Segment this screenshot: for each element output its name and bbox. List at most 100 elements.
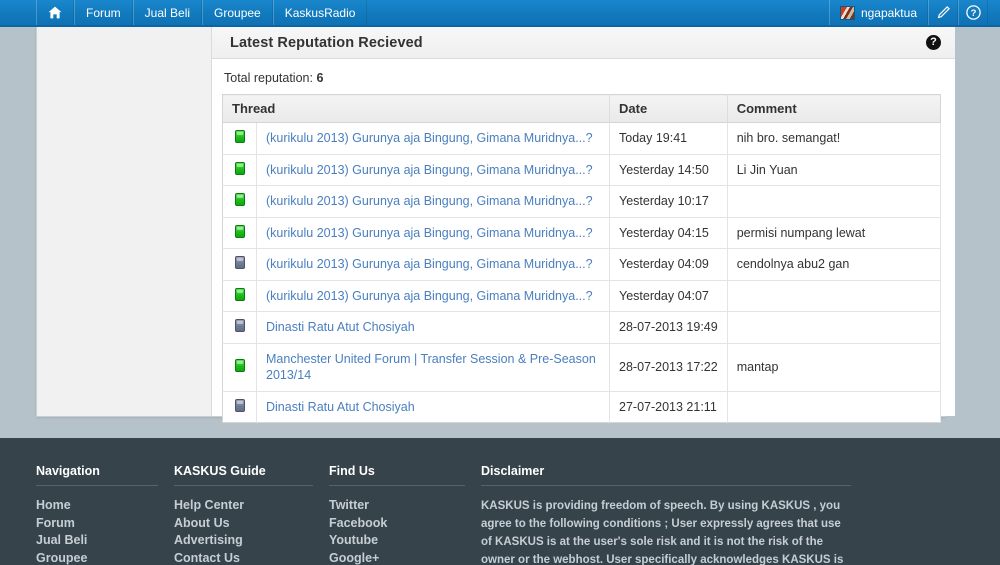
reputation-green-icon [234, 161, 245, 175]
comment-cell [727, 311, 942, 344]
reputation-gray-icon [234, 319, 245, 333]
thread-link[interactable]: Manchester United Forum | Transfer Sessi… [266, 352, 596, 383]
footer-link-facebook[interactable]: Facebook [329, 515, 481, 533]
table-row: (kurikulu 2013) Gurunya aja Bingung, Gim… [222, 248, 942, 281]
avatar [839, 5, 855, 20]
reputation-status-cell [222, 343, 257, 392]
footer-link-forum[interactable]: Forum [36, 515, 174, 533]
comment-cell [727, 280, 942, 312]
footer-heading-disclaimer: Disclaimer [481, 464, 545, 478]
reputation-status-cell [222, 280, 257, 312]
footer-link-advertising[interactable]: Advertising [174, 532, 329, 550]
top-navbar: Forum Jual Beli Groupee KaskusRadio ngap… [0, 0, 1000, 27]
comment-cell [727, 391, 942, 423]
thread-cell: Dinasti Ratu Atut Chosiyah [256, 311, 610, 344]
date-cell: Yesterday 04:15 [609, 217, 728, 249]
thread-cell: (kurikulu 2013) Gurunya aja Bingung, Gim… [256, 154, 610, 186]
comment-cell: Li Jin Yuan [727, 154, 942, 186]
table-row: (kurikulu 2013) Gurunya aja Bingung, Gim… [222, 122, 942, 155]
thread-link[interactable]: (kurikulu 2013) Gurunya aja Bingung, Gim… [266, 226, 593, 240]
thread-link[interactable]: (kurikulu 2013) Gurunya aja Bingung, Gim… [266, 131, 593, 145]
comment-cell: cendolnya abu2 gan [727, 248, 942, 281]
date-cell: 28-07-2013 17:22 [609, 343, 728, 392]
main-column: Latest Reputation Recieved ? Total reput… [212, 27, 955, 423]
date-cell: Yesterday 04:07 [609, 280, 728, 312]
column-header-thread[interactable]: Thread [222, 94, 610, 123]
footer-heading-guide: KASKUS Guide [174, 464, 266, 478]
thread-cell: (kurikulu 2013) Gurunya aja Bingung, Gim… [256, 248, 610, 281]
thread-link[interactable]: (kurikulu 2013) Gurunya aja Bingung, Gim… [266, 194, 593, 208]
reputation-table: Thread Date Comment (kurikulu 2013) Guru… [222, 94, 942, 423]
footer-divider [329, 485, 465, 486]
footer-link-contact-us[interactable]: Contact Us [174, 550, 329, 565]
panel-header: Latest Reputation Recieved ? [212, 27, 955, 59]
thread-cell: (kurikulu 2013) Gurunya aja Bingung, Gim… [256, 122, 610, 155]
comment-cell: mantap [727, 343, 942, 392]
thread-cell: Manchester United Forum | Transfer Sessi… [256, 343, 610, 392]
reputation-status-cell [222, 185, 257, 218]
thread-link[interactable]: (kurikulu 2013) Gurunya aja Bingung, Gim… [266, 257, 593, 271]
thread-link[interactable]: (kurikulu 2013) Gurunya aja Bingung, Gim… [266, 289, 593, 303]
thread-cell: Dinasti Ratu Atut Chosiyah [256, 391, 610, 423]
table-header-row: Thread Date Comment [222, 94, 941, 123]
reputation-gray-icon [234, 398, 245, 412]
reputation-status-cell [222, 311, 257, 344]
date-cell: 28-07-2013 19:49 [609, 311, 728, 344]
user-menu[interactable]: ngapaktua [828, 0, 928, 25]
nav-item-label: Jual Beli [144, 5, 191, 20]
reputation-status-cell [222, 154, 257, 186]
footer-link-youtube[interactable]: Youtube [329, 532, 481, 550]
total-reputation-value: 6 [316, 71, 324, 85]
date-cell: 27-07-2013 21:11 [609, 391, 728, 423]
panel-body: Total reputation: 6 Thread Date Comment … [212, 59, 955, 423]
reputation-green-icon [234, 130, 245, 144]
reputation-status-cell [222, 248, 257, 281]
nav-item-jual-beli[interactable]: Jual Beli [132, 0, 203, 25]
navbar-left-group: Forum Jual Beli Groupee KaskusRadio [36, 0, 368, 25]
footer-link-about-us[interactable]: About Us [174, 515, 329, 533]
table-row: Dinasti Ratu Atut Chosiyah 28-07-2013 19:… [222, 311, 942, 344]
footer-columns: Navigation Home Forum Jual Beli Groupee … [0, 438, 1000, 565]
date-cell: Yesterday 04:09 [609, 248, 728, 281]
page-body: Latest Reputation Recieved ? Total reput… [0, 27, 1000, 438]
thread-link[interactable]: (kurikulu 2013) Gurunya aja Bingung, Gim… [266, 163, 593, 177]
thread-cell: (kurikulu 2013) Gurunya aja Bingung, Gim… [256, 217, 610, 249]
left-sidebar-column [37, 27, 212, 416]
svg-text:?: ? [970, 8, 976, 19]
footer-link-google-plus[interactable]: Google+ [329, 550, 481, 565]
username-label: ngapaktua [860, 5, 917, 20]
footer-column-guide: KASKUS Guide Help Center About Us Advert… [174, 464, 329, 565]
footer-link-home[interactable]: Home [36, 497, 174, 515]
footer-link-help-center[interactable]: Help Center [174, 497, 329, 515]
footer-divider [174, 485, 313, 486]
thread-cell: (kurikulu 2013) Gurunya aja Bingung, Gim… [256, 280, 610, 312]
footer-divider [481, 485, 851, 486]
reputation-status-cell [222, 217, 257, 249]
date-cell: Yesterday 14:50 [609, 154, 728, 186]
help-question-icon[interactable]: ? [958, 0, 988, 25]
nav-item-kaskusradio[interactable]: KaskusRadio [272, 0, 368, 25]
nav-item-groupee[interactable]: Groupee [202, 0, 273, 25]
nav-item-forum[interactable]: Forum [74, 0, 133, 25]
panel-help-icon[interactable]: ? [926, 35, 941, 50]
thread-link[interactable]: Dinasti Ratu Atut Chosiyah [266, 320, 415, 334]
reputation-green-icon [234, 359, 245, 372]
compose-pencil-icon[interactable] [928, 0, 958, 25]
thread-link[interactable]: Dinasti Ratu Atut Chosiyah [266, 400, 415, 414]
date-cell: Yesterday 10:17 [609, 185, 728, 218]
reputation-status-cell [222, 122, 257, 155]
comment-cell [727, 185, 942, 218]
footer-link-groupee[interactable]: Groupee [36, 550, 174, 565]
footer-link-twitter[interactable]: Twitter [329, 497, 481, 515]
footer-heading-navigation: Navigation [36, 464, 100, 478]
footer-column-navigation: Navigation Home Forum Jual Beli Groupee [36, 464, 174, 565]
reputation-green-icon [234, 287, 245, 301]
footer-link-jual-beli[interactable]: Jual Beli [36, 532, 174, 550]
date-cell: Today 19:41 [609, 122, 728, 155]
home-icon[interactable] [36, 0, 74, 25]
reputation-gray-icon [234, 256, 245, 270]
column-header-date[interactable]: Date [609, 94, 728, 123]
nav-item-label: Forum [86, 5, 121, 20]
comment-cell: permisi numpang lewat [727, 217, 942, 249]
column-header-comment[interactable]: Comment [727, 94, 941, 123]
